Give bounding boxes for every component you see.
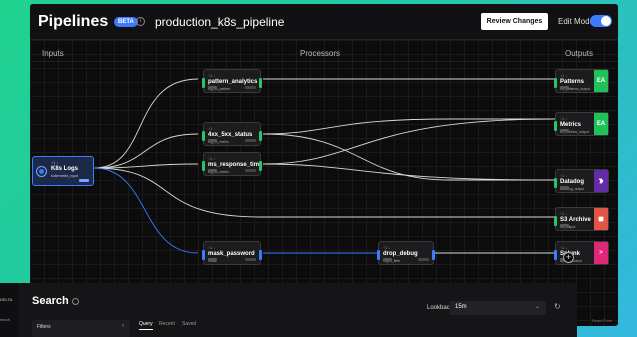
processor-name: ms_response_time (208, 162, 263, 168)
processor-node-drop-debug[interactable]: ↑1 ↓ drop_debug regex_filter (377, 241, 435, 265)
splunk-icon: > (594, 242, 608, 264)
node-tag (383, 258, 392, 261)
input-port[interactable] (554, 121, 557, 131)
output-node-metrics[interactable]: ↑1 ↓ Metrics ed_metrics_output EA (554, 112, 609, 136)
node-status: ↑1 ↓ (51, 160, 59, 165)
output-port[interactable] (432, 250, 435, 260)
processor-name: 4xx_5xx_status (208, 132, 253, 138)
node-tag (418, 258, 429, 261)
input-node-k8s[interactable]: ↑1 ↓ K8s Logs kubernetes_input (32, 156, 94, 186)
tab-query[interactable]: Query (139, 321, 153, 330)
input-node-name: K8s Logs (51, 166, 79, 172)
node-tag (560, 186, 569, 189)
brand-logo: DELTA (0, 297, 13, 302)
chevron-left-icon[interactable]: ‹ (122, 323, 124, 329)
input-port[interactable] (202, 131, 205, 141)
node-tag (245, 258, 256, 261)
processor-node-pattern-analytics[interactable]: ↑1 ↓ pattern_analytics log_to_pattern (202, 69, 262, 93)
react-flow-attribution[interactable]: React Flow (592, 318, 612, 323)
output-node-s3[interactable]: ↑1 ↓ S3 Archive s3_output (554, 207, 609, 231)
node-tag (560, 129, 569, 132)
node-status: ↑1 ↓ (560, 245, 568, 250)
input-port[interactable] (554, 178, 557, 188)
pipeline-edges (93, 78, 574, 254)
node-status: ↑1 ↓ (208, 156, 216, 161)
processor-node-4xx-5xx[interactable]: ↑1 ↓ 4xx_5xx_status log_to_metric (202, 122, 262, 146)
node-status: ↑1 ↓ (560, 73, 568, 78)
edge-input-4xx (93, 133, 199, 169)
input-port[interactable] (202, 78, 205, 88)
lookback-select[interactable]: 15m ⌄ (450, 301, 546, 315)
tab-recent[interactable]: Recent (159, 321, 175, 327)
node-tag (245, 139, 256, 142)
output-port[interactable] (259, 161, 262, 171)
node-tag (208, 169, 217, 172)
edge-input-mask (93, 167, 199, 254)
input-port[interactable] (202, 161, 205, 171)
input-port[interactable] (554, 216, 557, 226)
output-port[interactable] (259, 78, 262, 88)
node-status: ↑1 ↓ (383, 245, 391, 250)
node-tag (245, 169, 256, 172)
tab-saved[interactable]: Saved (182, 321, 196, 327)
input-port[interactable] (554, 250, 557, 260)
dog-icon (594, 170, 608, 192)
node-status: ↑1 ↓ (208, 126, 216, 131)
edge-ms-datadog (262, 163, 556, 181)
input-port[interactable] (554, 78, 557, 88)
output-node-datadog[interactable]: ↑1 ↓ Datadog datadog_output (554, 169, 609, 193)
output-name: Patterns (560, 79, 585, 85)
node-status: ↑1 ↓ (560, 116, 568, 121)
refresh-icon[interactable]: ↻ (554, 302, 561, 311)
node-tag (560, 224, 569, 227)
input-port[interactable] (377, 250, 380, 260)
filters-label: Filters (37, 324, 51, 330)
node-status: ↑1 ↓ (560, 173, 568, 178)
output-name: Datadog (560, 179, 584, 185)
processor-name: drop_debug (383, 251, 418, 257)
search-title: Search (32, 295, 69, 307)
output-port[interactable] (259, 131, 262, 141)
input-port[interactable] (202, 250, 205, 260)
kubernetes-icon (37, 167, 46, 176)
node-tag (208, 86, 217, 89)
node-tag (245, 86, 256, 89)
edge-delta-icon: EA (594, 70, 608, 92)
output-node-splunk[interactable]: ↑1 ↓ Splunk splunk_output > (554, 241, 609, 265)
pipeline-window: Pipelines BETA i production_k8s_pipeline… (30, 4, 618, 326)
lookback-value: 15m (455, 304, 467, 310)
node-tag (560, 86, 569, 89)
edge-ms-metrics (262, 118, 556, 165)
processor-node-mask-password[interactable]: ↑1 ↓ mask_password mask (202, 241, 262, 265)
output-name: S3 Archive (560, 217, 591, 223)
output-name: Metrics (560, 122, 582, 128)
chevron-down-icon: ⌄ (534, 304, 540, 310)
edge-input-pattern (93, 78, 199, 169)
output-port[interactable] (259, 250, 262, 260)
sidebar-item-search[interactable]: earch (0, 317, 10, 322)
processor-name: mask_password (208, 251, 255, 257)
search-window: DELTA earch Search Filters ‹ Query Recen… (0, 283, 577, 337)
node-status: ↑1 ↓ (560, 211, 568, 216)
processor-name: pattern_analytics (208, 79, 258, 85)
node-tag (208, 139, 217, 142)
node-status: ↑1 ↓ (208, 73, 216, 78)
node-tag (79, 179, 89, 182)
edge-delta-icon: EA (594, 113, 608, 135)
add-node-plus-icon[interactable]: + (563, 252, 574, 263)
output-node-patterns[interactable]: ↑1 ↓ Patterns ed_patterns_output EA (554, 69, 609, 93)
node-tag (208, 258, 217, 261)
edge-input-s3 (93, 167, 555, 218)
filters-panel-header[interactable]: Filters ‹ (32, 320, 130, 337)
input-node-type: kubernetes_input (51, 174, 78, 178)
side-rail: DELTA earch (0, 283, 18, 337)
processor-node-ms-response[interactable]: ↑1 ↓ ms_response_time log_to_metric (202, 152, 263, 176)
info-icon[interactable] (72, 298, 79, 305)
node-status: ↑1 ↓ (208, 245, 216, 250)
edge-4xx-datadog (262, 133, 555, 181)
s3-bucket-icon (594, 208, 608, 230)
